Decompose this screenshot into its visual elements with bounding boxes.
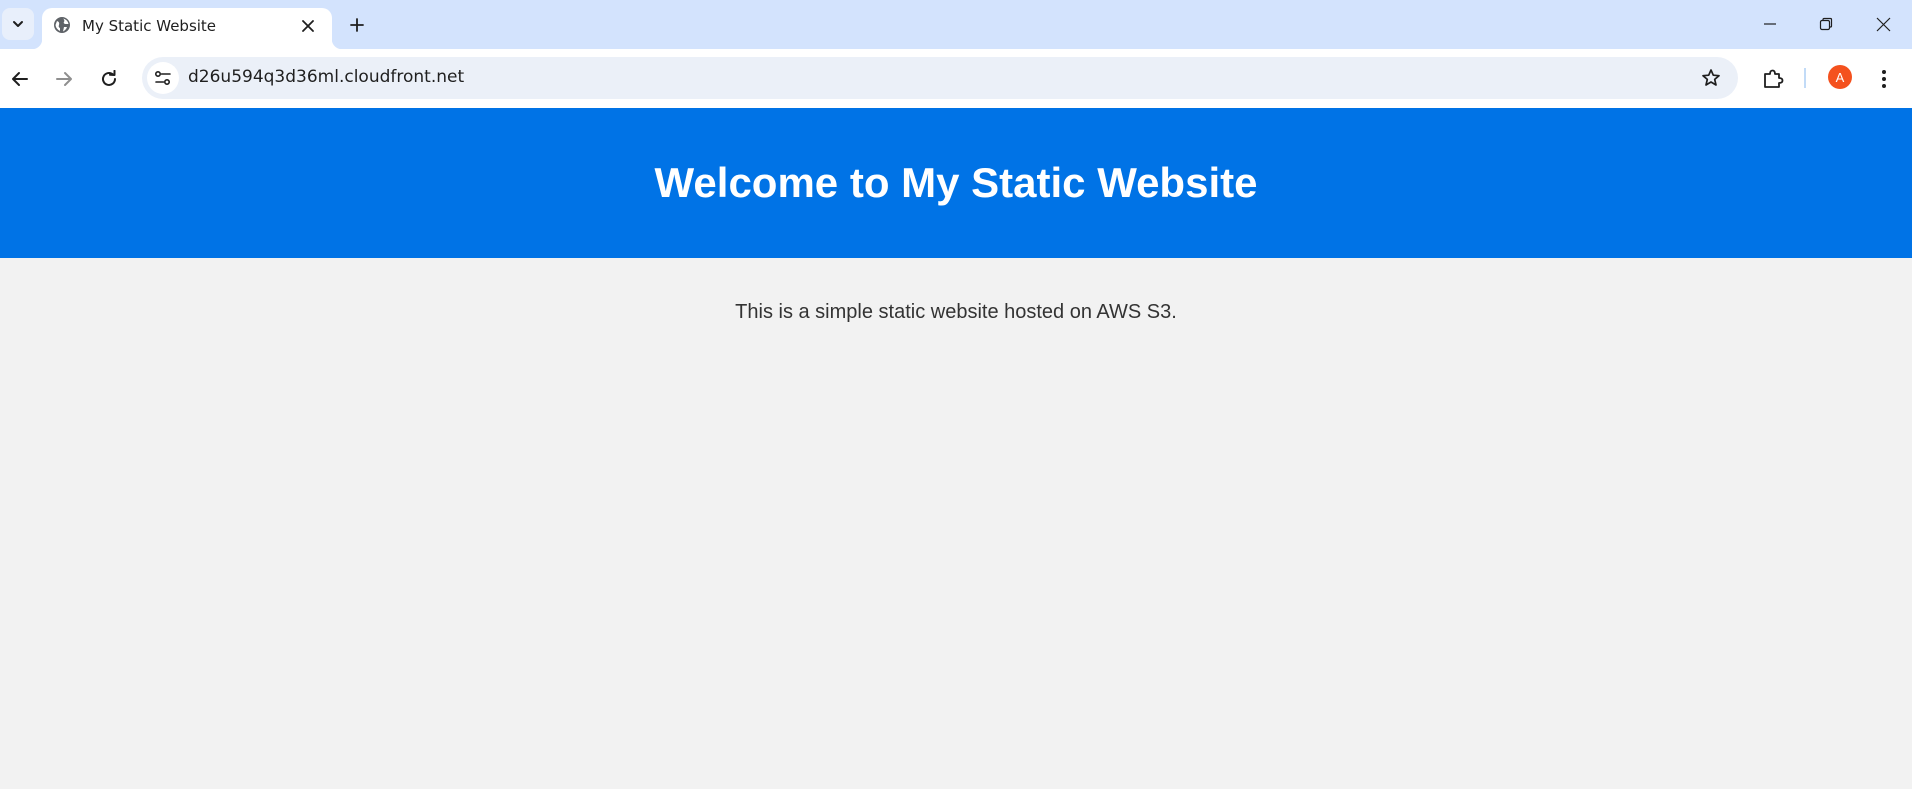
reload-button[interactable] <box>91 61 127 97</box>
profile-initial: A <box>1835 69 1845 85</box>
close-tab-button[interactable] <box>297 15 319 37</box>
site-info-button[interactable] <box>147 62 179 94</box>
web-page: Welcome to My Static Website This is a s… <box>0 108 1912 789</box>
extensions-button[interactable] <box>1755 61 1791 97</box>
back-button[interactable] <box>2 61 38 97</box>
puzzle-icon <box>1762 68 1784 90</box>
active-tab[interactable]: My Static Website <box>32 8 342 49</box>
browser-menu-button[interactable] <box>1866 61 1902 97</box>
reload-icon <box>100 70 118 88</box>
page-title: Welcome to My Static Website <box>654 159 1258 206</box>
tab-strip: My Static Website <box>0 0 1912 49</box>
url-text[interactable]: d26u594q3d36ml.cloudfront.net <box>188 67 464 87</box>
chevron-down-icon <box>11 17 25 31</box>
star-icon <box>1701 68 1721 88</box>
close-window-button[interactable] <box>1855 4 1911 44</box>
intro-text: This is a simple static website hosted o… <box>735 301 1177 323</box>
page-header: Welcome to My Static Website <box>0 108 1912 258</box>
toolbar-divider <box>1804 68 1806 88</box>
tune-icon <box>154 69 172 87</box>
close-icon <box>302 20 314 32</box>
globe-icon <box>53 16 71 34</box>
tab-title: My Static Website <box>82 17 217 35</box>
forward-button[interactable] <box>46 61 82 97</box>
address-bar[interactable]: d26u594q3d36ml.cloudfront.net <box>142 57 1738 99</box>
bookmark-button[interactable] <box>1696 63 1726 93</box>
new-tab-button[interactable] <box>342 11 372 39</box>
restore-button[interactable] <box>1798 4 1854 44</box>
profile-avatar[interactable]: A <box>1828 65 1852 89</box>
minimize-button[interactable] <box>1742 4 1798 44</box>
restore-icon <box>1819 17 1833 31</box>
plus-icon <box>350 18 364 32</box>
minimize-icon <box>1763 17 1777 31</box>
close-icon <box>1876 17 1891 32</box>
browser-toolbar: d26u594q3d36ml.cloudfront.net A <box>0 49 1912 108</box>
arrow-right-icon <box>55 70 73 88</box>
kebab-menu-icon <box>1881 69 1887 89</box>
tab-search-button[interactable] <box>2 8 34 40</box>
arrow-left-icon <box>11 70 29 88</box>
